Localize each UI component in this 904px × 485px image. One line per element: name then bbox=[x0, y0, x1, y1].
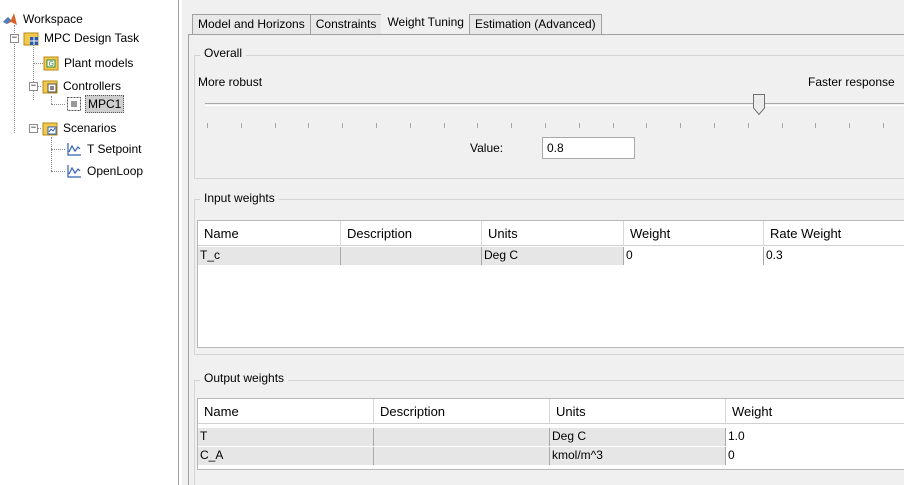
slider-tick bbox=[410, 123, 411, 128]
tree-item-scenarios[interactable]: − Scenarios bbox=[29, 119, 118, 137]
slider-tick bbox=[613, 123, 614, 128]
overall-group bbox=[194, 55, 904, 179]
tree-item-controllers[interactable]: − Controllers bbox=[29, 77, 123, 95]
tree-label: MPC1 bbox=[85, 95, 125, 113]
svg-text:G: G bbox=[49, 60, 54, 68]
faster-response-label: Faster response bbox=[808, 75, 895, 89]
tree-label: Controllers bbox=[63, 79, 122, 93]
slider-tick bbox=[342, 123, 343, 128]
overall-slider-thumb[interactable] bbox=[753, 94, 765, 116]
tree-label: Plant models bbox=[64, 56, 134, 70]
slider-tick bbox=[308, 123, 309, 128]
units-cell[interactable]: Deg C bbox=[550, 428, 726, 446]
value-label: Value: bbox=[470, 141, 504, 155]
column-header[interactable]: Units bbox=[482, 221, 624, 246]
slider-tick bbox=[680, 123, 681, 128]
tab-bar: Model and Horizons Constraints Weight Tu… bbox=[192, 12, 602, 34]
column-header[interactable]: Description bbox=[374, 399, 550, 424]
description-cell[interactable] bbox=[374, 428, 550, 446]
units-cell[interactable]: kmol/m^3 bbox=[550, 447, 726, 465]
slider-tick bbox=[511, 123, 512, 128]
column-header[interactable]: Weight bbox=[726, 399, 904, 424]
tab-model-and-horizons[interactable]: Model and Horizons bbox=[192, 14, 311, 34]
more-robust-label: More robust bbox=[198, 75, 263, 89]
column-header[interactable]: Rate Weight bbox=[764, 221, 904, 246]
scenario-plot-icon bbox=[66, 141, 82, 157]
column-header[interactable]: Name bbox=[198, 221, 341, 246]
output-weights-title: Output weights bbox=[200, 371, 289, 385]
overall-group-title: Overall bbox=[200, 46, 247, 60]
column-header[interactable]: Weight bbox=[624, 221, 764, 246]
collapse-icon[interactable]: − bbox=[29, 81, 38, 91]
slider-tick bbox=[782, 123, 783, 128]
tab-constraints[interactable]: Constraints bbox=[309, 14, 383, 34]
name-cell[interactable]: C_A bbox=[198, 447, 374, 465]
tree-label: OpenLoop bbox=[87, 164, 144, 178]
slider-tick bbox=[815, 123, 816, 128]
tree-label: MPC Design Task bbox=[44, 31, 140, 45]
slider-tick bbox=[477, 123, 478, 128]
tree-label: T Setpoint bbox=[87, 142, 142, 156]
slider-tick bbox=[444, 123, 445, 128]
tree-item-t-setpoint[interactable]: T Setpoint bbox=[66, 140, 143, 158]
rate-weight-cell[interactable]: 0.3 bbox=[764, 247, 904, 265]
tree-item-mpc1[interactable]: MPC1 bbox=[66, 95, 125, 113]
scenarios-folder-icon bbox=[42, 120, 58, 136]
name-cell[interactable]: T_c bbox=[198, 247, 341, 265]
matlab-logo-icon bbox=[2, 11, 18, 27]
weight-cell[interactable]: 1.0 bbox=[726, 428, 904, 446]
input-weights-table[interactable]: Name Description Units Weight Rate Weigh… bbox=[197, 220, 904, 348]
tree-item-workspace[interactable]: Workspace bbox=[2, 10, 85, 28]
plant-icon: G bbox=[43, 55, 59, 71]
tree-item-plant-models[interactable]: G Plant models bbox=[43, 54, 135, 72]
slider-tick bbox=[207, 123, 208, 128]
task-icon bbox=[23, 30, 39, 46]
controllers-folder-icon bbox=[42, 78, 58, 94]
slider-tick bbox=[646, 123, 647, 128]
slider-tick bbox=[714, 123, 715, 128]
description-cell[interactable] bbox=[341, 247, 482, 265]
slider-tick bbox=[883, 123, 884, 128]
controller-icon bbox=[66, 96, 82, 112]
collapse-icon[interactable]: − bbox=[10, 33, 19, 43]
tree-label: Workspace bbox=[23, 12, 83, 26]
table-row: C_A kmol/m^3 0 bbox=[198, 447, 904, 465]
value-input[interactable]: 0.8 bbox=[542, 137, 635, 159]
input-weights-title: Input weights bbox=[200, 191, 279, 205]
column-header[interactable]: Units bbox=[550, 399, 726, 424]
slider-tick bbox=[748, 123, 749, 128]
table-header: Name Description Units Weight Rate Weigh… bbox=[198, 221, 904, 246]
table-row: T_c Deg C 0 0.3 bbox=[198, 247, 904, 265]
units-cell[interactable]: Deg C bbox=[482, 247, 624, 265]
overall-slider-track[interactable] bbox=[205, 103, 904, 106]
slider-tick bbox=[241, 123, 242, 128]
slider-tick bbox=[849, 123, 850, 128]
tree-item-openloop[interactable]: OpenLoop bbox=[66, 162, 145, 180]
slider-tick bbox=[545, 123, 546, 128]
column-header[interactable]: Description bbox=[341, 221, 482, 246]
tab-estimation-advanced[interactable]: Estimation (Advanced) bbox=[468, 14, 602, 34]
slider-tick bbox=[579, 123, 580, 128]
weight-cell[interactable]: 0 bbox=[726, 447, 904, 465]
table-row: T Deg C 1.0 bbox=[198, 428, 904, 446]
tab-weight-tuning[interactable]: Weight Tuning bbox=[381, 12, 470, 34]
output-weights-table[interactable]: Name Description Units Weight T Deg C 1.… bbox=[197, 398, 904, 470]
description-cell[interactable] bbox=[374, 447, 550, 465]
collapse-icon[interactable]: − bbox=[29, 123, 38, 133]
weight-cell[interactable]: 0 bbox=[624, 247, 764, 265]
slider-tick bbox=[376, 123, 377, 128]
tree-item-mpc-design-task[interactable]: − MPC Design Task bbox=[10, 29, 141, 47]
project-tree[interactable]: Workspace − MPC Design Task G Plant mode… bbox=[0, 0, 179, 485]
column-header[interactable]: Name bbox=[198, 399, 374, 424]
name-cell[interactable]: T bbox=[198, 428, 374, 446]
slider-tick bbox=[275, 123, 276, 128]
scenario-plot-icon bbox=[66, 163, 82, 179]
table-header: Name Description Units Weight bbox=[198, 399, 904, 424]
tree-label: Scenarios bbox=[63, 121, 117, 135]
